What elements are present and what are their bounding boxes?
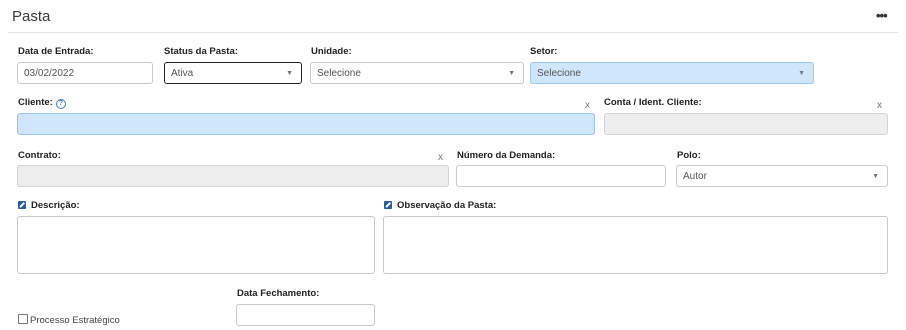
edit-icon[interactable]	[384, 201, 392, 209]
panel-title: Pasta	[12, 8, 51, 25]
chevron-down-icon: ▼	[286, 70, 293, 77]
cliente-label: Cliente:?	[18, 97, 66, 109]
help-icon[interactable]: ?	[55, 99, 66, 109]
data-entrada-label: Data de Entrada:	[18, 46, 94, 57]
contrato-label: Contrato:	[18, 150, 61, 161]
numero-demanda-label: Número da Demanda:	[457, 150, 556, 161]
descricao-label-text: Descrição:	[31, 200, 80, 211]
cliente-input[interactable]	[17, 113, 595, 135]
processo-estrategico-label: Processo Estratégico	[30, 315, 120, 326]
status-pasta-value: Ativa	[171, 68, 194, 79]
unidade-select[interactable]: Selecione ▼	[310, 62, 524, 84]
edit-icon[interactable]	[18, 201, 26, 209]
chevron-down-icon: ▼	[508, 70, 515, 77]
numero-demanda-input[interactable]	[456, 165, 666, 187]
cliente-label-text: Cliente:	[18, 97, 53, 108]
conta-ident-label: Conta / Ident. Cliente:	[604, 97, 702, 108]
data-fechamento-label: Data Fechamento:	[237, 288, 320, 299]
chevron-down-icon: ▼	[872, 173, 879, 180]
cliente-clear-icon[interactable]: x	[585, 100, 590, 111]
polo-label: Polo:	[677, 150, 701, 161]
setor-value: Selecione	[537, 68, 581, 79]
unidade-label: Unidade:	[311, 46, 352, 57]
processo-estrategico-checkbox[interactable]: Processo Estratégico	[18, 310, 120, 328]
more-options-icon[interactable]: •••	[876, 8, 888, 23]
data-entrada-value: 03/02/2022	[24, 68, 75, 79]
status-pasta-label: Status da Pasta:	[164, 46, 238, 57]
polo-select[interactable]: Autor ▼	[676, 165, 888, 187]
chevron-down-icon: ▼	[798, 70, 805, 77]
observacao-textarea[interactable]	[383, 216, 888, 274]
data-entrada-input[interactable]: 03/02/2022	[17, 62, 153, 84]
checkbox-icon[interactable]	[18, 314, 28, 324]
data-fechamento-input[interactable]	[236, 304, 375, 326]
contrato-clear-icon[interactable]: x	[438, 152, 443, 163]
unidade-value: Selecione	[317, 68, 361, 79]
setor-label: Setor:	[530, 46, 558, 57]
setor-select[interactable]: Selecione ▼	[530, 62, 814, 84]
contrato-input[interactable]	[17, 165, 449, 187]
observacao-label-text: Observação da Pasta:	[397, 200, 497, 211]
status-pasta-select[interactable]: Ativa ▼	[164, 62, 302, 84]
header-divider	[8, 32, 898, 33]
conta-ident-input[interactable]	[604, 113, 888, 135]
descricao-textarea[interactable]	[17, 216, 375, 274]
observacao-label: Observação da Pasta:	[384, 200, 496, 211]
conta-ident-clear-icon[interactable]: x	[877, 100, 882, 111]
polo-value: Autor	[683, 171, 707, 182]
descricao-label: Descrição:	[18, 200, 80, 211]
